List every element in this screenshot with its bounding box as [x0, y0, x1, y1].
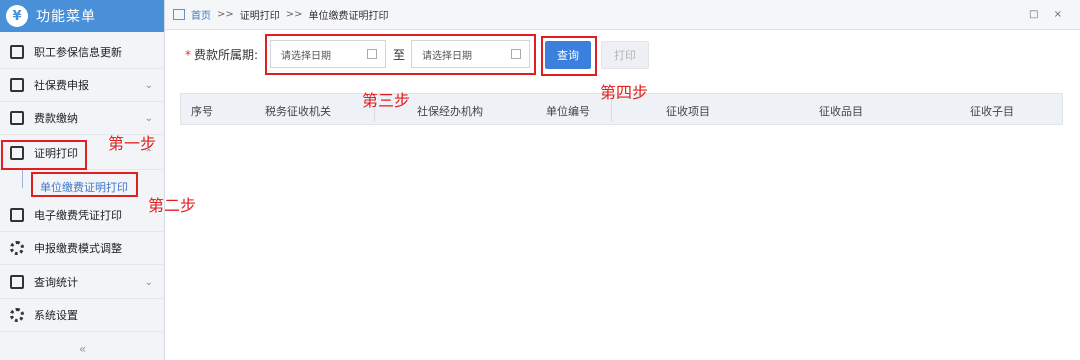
column-header: 征收子目 [970, 105, 1014, 118]
step2-annotation: 第二步 [148, 196, 197, 215]
step1-annotation: 第一步 [108, 134, 157, 153]
list-icon [10, 45, 24, 59]
sidebar-item-label: 查询统计 [34, 276, 78, 289]
tree-line [22, 170, 23, 188]
sidebar-item-label: 社保费申报 [34, 79, 89, 92]
sidebar-item-mode-adjust[interactable]: 申报缴费模式调整 [0, 232, 165, 265]
list-icon [10, 78, 24, 92]
breadcrumb-item[interactable]: 证明打印 [240, 7, 280, 22]
sidebar-item-query-stats[interactable]: 查询统计 ⌄ [0, 266, 165, 299]
sidebar-item-label: 申报缴费模式调整 [34, 242, 122, 255]
sidebar-item-label: 职工参保信息更新 [34, 46, 122, 59]
tax-logo-icon: ¥ [6, 5, 28, 27]
step2-highlight-box [31, 172, 138, 197]
column-header: 征收项目 [666, 105, 710, 118]
step3-annotation: 第三步 [362, 91, 411, 110]
step4-annotation: 第四步 [600, 83, 649, 102]
printer-icon [10, 208, 24, 222]
gear-icon [10, 241, 24, 255]
sidebar-item-electronic-voucher[interactable]: 电子缴费凭证打印 [0, 199, 165, 232]
chevron-down-icon: ⌄ [144, 79, 153, 91]
breadcrumb-separator: >> [285, 9, 303, 20]
step3-highlight-box [265, 34, 536, 75]
breadcrumb: 首页 >> 证明打印 >> 单位缴费证明打印 □ × [165, 0, 1080, 30]
column-header: 序号 [191, 105, 213, 118]
sidebar-header: ¥ 功能菜单 [0, 0, 164, 32]
window-controls[interactable]: □ × [1029, 9, 1068, 20]
sidebar-title: 功能菜单 [36, 9, 96, 25]
bookmark-icon [10, 111, 24, 125]
chart-icon [10, 275, 24, 289]
column-header: 社保经办机构 [417, 105, 483, 118]
collapse-sidebar-button[interactable]: « [0, 338, 165, 360]
chevron-down-icon: ⌄ [144, 276, 153, 288]
sidebar-item-social-insurance-declare[interactable]: 社保费申报 ⌄ [0, 69, 165, 102]
home-icon [173, 9, 185, 20]
breadcrumb-home-link[interactable]: 首页 [191, 7, 211, 22]
required-mark: * [185, 48, 191, 62]
print-button[interactable]: 打印 [601, 41, 649, 69]
column-header: 征收品目 [819, 105, 863, 118]
sidebar-item-system-settings[interactable]: 系统设置 [0, 299, 165, 332]
step1-highlight-box [1, 140, 87, 170]
breadcrumb-current: 单位缴费证明打印 [308, 11, 389, 22]
chevron-down-icon: ⌄ [144, 112, 153, 124]
sidebar-item-label: 费款缴纳 [34, 112, 78, 125]
sidebar-item-employee-info[interactable]: 职工参保信息更新 [0, 36, 165, 69]
column-header: 税务征收机关 [265, 105, 331, 118]
sidebar-item-label: 电子缴费凭证打印 [34, 209, 122, 222]
gear-icon [10, 308, 24, 322]
column-header: 单位编号 [546, 105, 590, 118]
breadcrumb-separator: >> [217, 9, 234, 20]
period-label-text: 费款所属期: [194, 48, 259, 62]
sidebar-item-label: 系统设置 [34, 309, 78, 322]
period-filter-label: * 费款所属期: [185, 46, 258, 63]
step4-highlight-box [541, 36, 597, 76]
